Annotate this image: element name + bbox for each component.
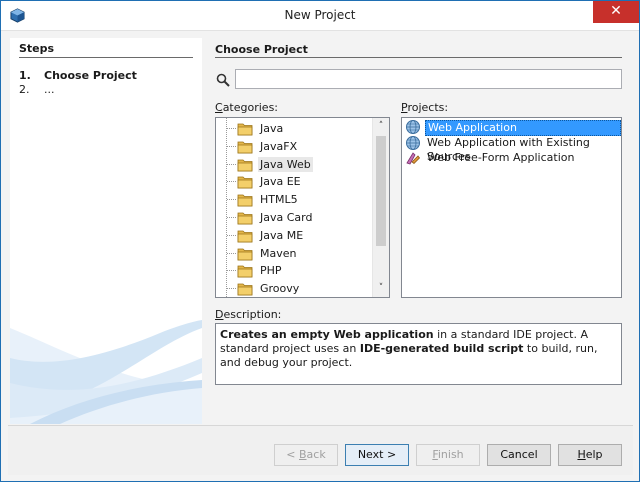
tree-item-label: HTML5	[260, 193, 298, 207]
project-item[interactable]: Web Application	[403, 119, 621, 136]
tree-item[interactable]: Java EE	[216, 173, 376, 190]
categories-label: Categories:	[215, 101, 279, 114]
help-button[interactable]: Help	[558, 444, 622, 466]
freeform-icon	[405, 150, 421, 166]
folder-icon	[237, 263, 253, 278]
decorative-swoosh-graphic	[10, 320, 202, 424]
project-item[interactable]: Web Free-Form Application	[403, 150, 620, 166]
tree-connector	[227, 217, 236, 218]
folder-icon	[237, 139, 253, 154]
tree-item[interactable]: Java Card	[216, 209, 376, 226]
scroll-up-arrow-icon[interactable]: ˄	[373, 118, 389, 135]
scrollbar-thumb[interactable]	[376, 136, 386, 246]
button-bar: < Back Next > Finish Cancel Help	[8, 425, 633, 475]
tree-item[interactable]: Java ME	[216, 227, 376, 244]
description-text: Creates an empty Web application in a st…	[215, 323, 622, 385]
tree-item-label: Groovy	[260, 282, 300, 296]
search-input[interactable]	[235, 69, 622, 89]
step-item-2: 2....	[19, 83, 55, 96]
back-button[interactable]: < Back	[274, 444, 338, 466]
tree-item[interactable]: Maven	[216, 245, 376, 262]
folder-icon	[237, 246, 253, 261]
categories-tree[interactable]: Java JavaFX Java Web Java EE HTML5 Java Card J…	[215, 117, 390, 298]
tree-item-label: Java	[260, 122, 284, 135]
folder-icon	[237, 228, 253, 243]
tree-item-label: Java EE	[260, 175, 301, 189]
tree-item[interactable]: Java	[216, 120, 376, 137]
tree-connector	[227, 128, 236, 129]
tree-connector	[227, 270, 236, 272]
project-item-label: Web Free-Form Application	[427, 151, 575, 165]
step-label: ...	[44, 83, 55, 96]
description-label: Description:	[215, 308, 282, 321]
cancel-button[interactable]: Cancel	[487, 444, 551, 466]
tree-item[interactable]: JavaFX	[216, 138, 376, 155]
tree-item-label: Maven	[260, 246, 297, 260]
folder-icon	[237, 157, 253, 172]
tree-item[interactable]: Java Web	[216, 156, 376, 173]
tree-connector	[227, 181, 236, 183]
tree-connector	[227, 199, 236, 201]
scroll-down-arrow-icon[interactable]: ˅	[373, 280, 389, 297]
folder-icon	[237, 121, 253, 136]
tree-item-label: Java Card	[260, 211, 313, 224]
folder-icon	[237, 210, 253, 225]
tree-item[interactable]: Groovy	[216, 280, 376, 297]
finish-button[interactable]: Finish	[416, 444, 480, 466]
step-item-1: 1. Choose Project	[19, 69, 137, 82]
project-item[interactable]: Web Application with Existing Sources	[403, 135, 620, 163]
folder-icon	[237, 192, 253, 207]
search-icon	[216, 73, 230, 87]
steps-title: Steps	[19, 42, 55, 55]
projects-label: Projects:	[401, 101, 449, 114]
tree-connector	[227, 252, 236, 254]
folder-icon	[237, 174, 253, 189]
tree-item-label: PHP	[260, 264, 282, 278]
tree-item[interactable]: HTML5	[216, 191, 376, 208]
categories-scrollbar[interactable]: ˄ ˅	[372, 118, 389, 297]
close-button[interactable]: ✕	[593, 1, 639, 23]
tree-item-label: Java ME	[260, 228, 304, 242]
tree-connector	[227, 163, 236, 165]
step-number: 1.	[19, 69, 31, 82]
new-project-dialog: New Project ✕ Steps 1. Choose Project 2..…	[0, 0, 640, 482]
tree-connector	[227, 288, 236, 290]
projects-list[interactable]: Web Application Web Application with Exis…	[401, 117, 622, 298]
page-title: Choose Project	[215, 43, 308, 56]
project-item-label: Web Application	[425, 120, 621, 136]
globe-icon	[405, 119, 421, 135]
title-bar[interactable]: New Project ✕	[1, 1, 639, 31]
tree-item-label: Java Web	[258, 156, 313, 172]
next-button[interactable]: Next >	[345, 444, 409, 466]
tree-connector	[227, 145, 236, 147]
divider	[215, 57, 622, 58]
globe-icon	[405, 135, 421, 151]
step-label: Choose Project	[44, 69, 137, 82]
step-number: 2.	[19, 83, 30, 96]
tree-item-label: JavaFX	[260, 139, 298, 153]
divider	[19, 57, 193, 58]
steps-panel: Steps 1. Choose Project 2....	[10, 38, 202, 424]
window-title: New Project	[284, 8, 356, 22]
tree-connector	[227, 234, 236, 236]
tree-item[interactable]: PHP	[216, 262, 376, 279]
folder-icon	[237, 281, 253, 296]
